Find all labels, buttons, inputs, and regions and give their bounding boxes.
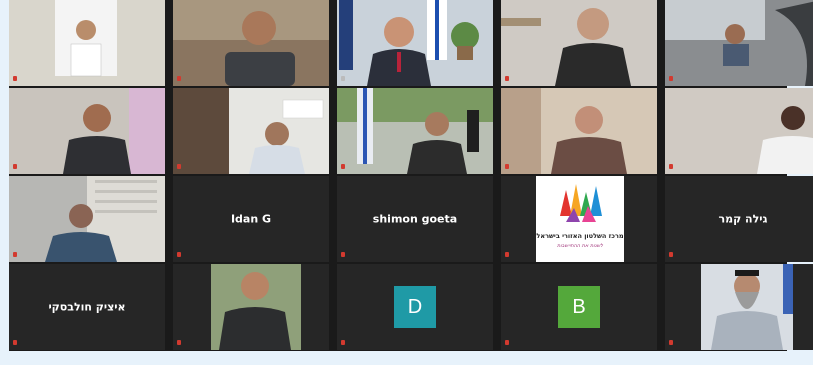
participant-tile[interactable] [665, 88, 813, 174]
participant-tile[interactable]: B [501, 264, 657, 350]
participant-tile-active-speaker[interactable] [337, 0, 493, 86]
participant-name: shimon goeta [372, 212, 458, 226]
org-logo-title: מרכז השלטון האזורי בישראל [536, 232, 624, 240]
avatar: B [558, 286, 600, 328]
video-feed [665, 88, 813, 174]
participant-tile[interactable] [9, 176, 165, 262]
muted-mic-icon [669, 76, 673, 81]
muted-mic-icon [505, 76, 509, 81]
muted-mic-icon [341, 340, 345, 345]
video-feed [173, 0, 329, 86]
participant-tile[interactable] [173, 0, 329, 86]
muted-mic-icon [177, 76, 181, 81]
participant-tile[interactable] [501, 0, 657, 86]
participant-tile[interactable] [9, 0, 165, 86]
participant-tile[interactable] [9, 88, 165, 174]
org-logo-tagline: לשנות את ההתיישבות [557, 243, 603, 249]
muted-mic-icon [177, 340, 181, 345]
muted-mic-icon [13, 252, 17, 257]
participant-tile[interactable] [665, 264, 813, 350]
participant-tile[interactable]: D [337, 264, 493, 350]
muted-mic-icon [505, 340, 509, 345]
participant-tile[interactable] [173, 88, 329, 174]
muted-mic-icon [669, 252, 673, 257]
video-feed [501, 0, 657, 86]
video-feed [9, 176, 165, 262]
video-feed [173, 264, 329, 350]
muted-mic-icon [13, 340, 17, 345]
video-feed [665, 264, 813, 350]
participant-name: Idan G [230, 212, 272, 226]
participant-tile[interactable]: איציק חולבסקי [9, 264, 165, 350]
mic-icon [341, 76, 345, 81]
muted-mic-icon [669, 340, 673, 345]
muted-mic-icon [13, 164, 17, 169]
org-logo-card: מרכז השלטון האזורי בישראל לשנות את ההתיי… [536, 176, 624, 262]
muted-mic-icon [341, 164, 345, 169]
participant-name: איציק חולבסקי [48, 300, 126, 314]
muted-mic-icon [669, 164, 673, 169]
org-logo-icon [560, 184, 602, 222]
video-feed [337, 0, 493, 86]
video-feed [337, 88, 493, 174]
participant-tile[interactable]: Idan G [173, 176, 329, 262]
muted-mic-icon [13, 76, 17, 81]
video-gallery-grid: Idan G shimon goeta מרכז השלטון האזורי ב… [9, 0, 813, 351]
participant-tile[interactable]: מרכז השלטון האזורי בישראל לשנות את ההתיי… [501, 176, 657, 262]
participant-tile[interactable]: shimon goeta [337, 176, 493, 262]
participant-tile[interactable] [501, 88, 657, 174]
participant-name: גילה קמר [718, 212, 768, 226]
muted-mic-icon [505, 252, 509, 257]
avatar: D [394, 286, 436, 328]
muted-mic-icon [177, 252, 181, 257]
video-feed [665, 0, 813, 86]
participant-tile[interactable] [665, 0, 813, 86]
participant-tile[interactable] [173, 264, 329, 350]
participant-tile[interactable]: גילה קמר [665, 176, 813, 262]
video-feed [9, 88, 165, 174]
video-feed [501, 88, 657, 174]
participant-tile[interactable] [337, 88, 493, 174]
video-feed [9, 0, 165, 86]
muted-mic-icon [341, 252, 345, 257]
video-feed [173, 88, 329, 174]
muted-mic-icon [177, 164, 181, 169]
muted-mic-icon [505, 164, 509, 169]
